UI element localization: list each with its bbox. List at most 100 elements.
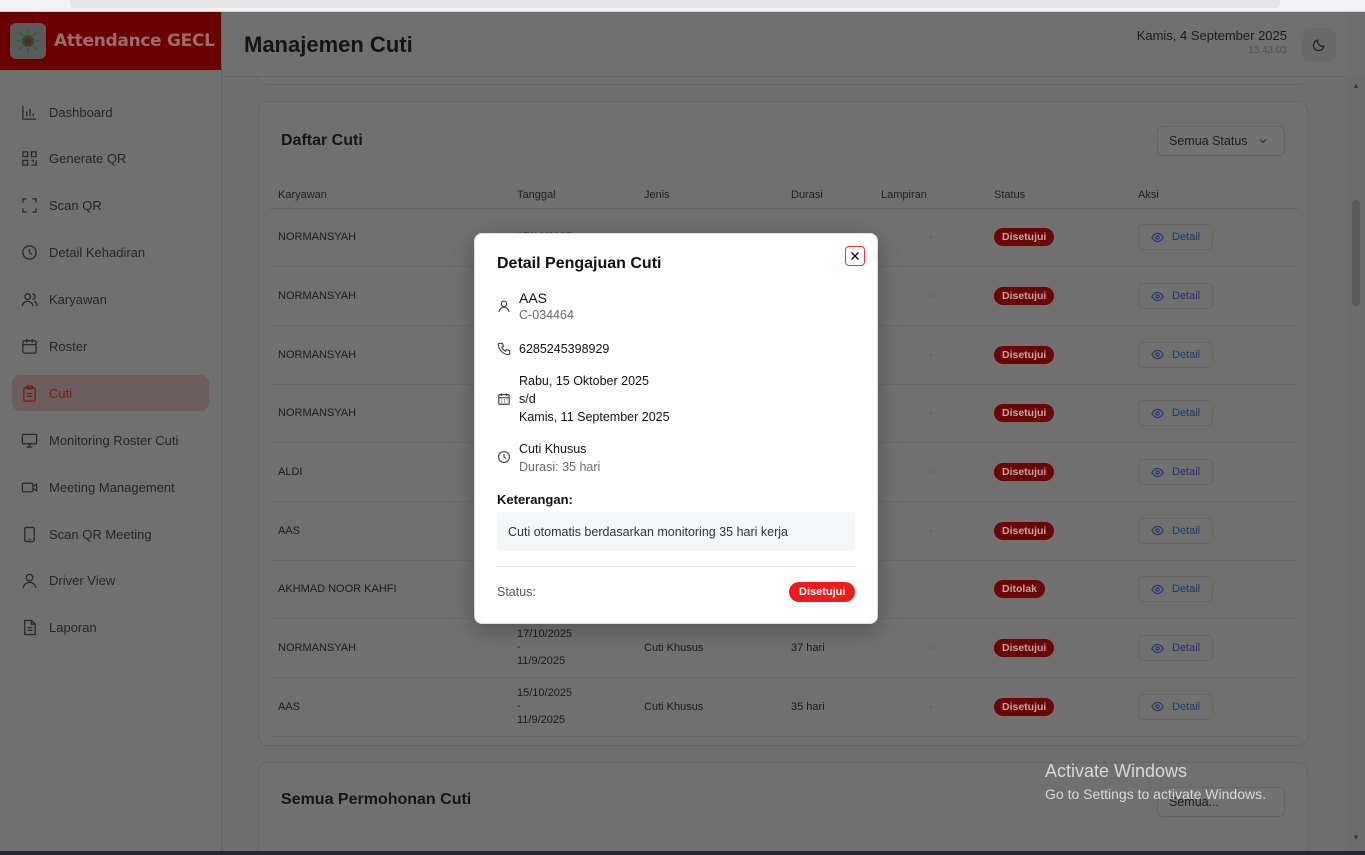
sidebar-item-cuti[interactable]: Cuti [12, 375, 209, 412]
eye-icon [1151, 232, 1164, 242]
action-cell: Detail [1130, 501, 1298, 561]
notes-box: Cuti otomatis berdasarkan monitoring 35 … [497, 512, 855, 551]
status-badge: Disetujui [994, 697, 1055, 716]
user-icon [498, 300, 510, 312]
action-cell: Detail [1130, 560, 1298, 620]
detail-button[interactable]: Detail [1138, 400, 1214, 427]
action-cell: Detail [1130, 208, 1298, 268]
type-cell: Cuti Khusus [636, 677, 783, 737]
status-filter-select[interactable]: Semua Status [1157, 126, 1285, 156]
action-cell: Detail [1130, 677, 1298, 737]
notes-label: Keterangan: [497, 492, 573, 507]
detail-button-label: Detail [1172, 348, 1201, 361]
clock-icon [498, 451, 510, 463]
detail-button-label: Detail [1172, 700, 1201, 713]
sidebar-item-scan-qr[interactable]: Scan QR [12, 188, 209, 224]
eye-icon [1151, 408, 1164, 419]
page-scrollbar[interactable]: ▲ ▼ [1348, 77, 1365, 855]
table-row: NORMANSYAH 17/10/2025-11/9/2025 Cuti Khusu… [270, 618, 1298, 678]
date-cell: 17/10/2025-11/9/2025 [509, 618, 636, 678]
address-bar[interactable] [70, 0, 1280, 8]
brand[interactable]: Attendance GECL [0, 12, 221, 70]
eye-icon [1151, 702, 1164, 712]
sidebar-item-label: Monitoring Roster Cuti [49, 432, 179, 448]
qr-code-icon [22, 151, 37, 167]
employee-name: AAS [519, 290, 548, 306]
status-cell: Disetujui [986, 618, 1130, 678]
attachment-cell: - [873, 266, 986, 326]
status-cell: Disetujui [986, 677, 1130, 737]
eye-icon [1151, 467, 1164, 477]
detail-button[interactable]: Detail [1138, 517, 1214, 544]
detail-button[interactable]: Detail [1138, 459, 1214, 486]
sidebar-item-dashboard[interactable]: Dashboard [12, 94, 209, 130]
date-time-display: Kamis, 4 September 2025 13.43.03 [1137, 28, 1287, 56]
sidebar-item-monitoring-roster-cuti[interactable]: Monitoring Roster Cuti [12, 422, 209, 458]
phone-info: 6285245398929 [497, 340, 609, 358]
status-cell: Ditolak [986, 560, 1130, 620]
sidebar-item-label: Roster [49, 338, 88, 354]
column-header: Jenis [636, 182, 783, 209]
detail-button[interactable]: Detail [1138, 576, 1214, 603]
divider [497, 566, 855, 567]
employee-cell: NORMANSYAH [270, 618, 509, 678]
attachment-cell: - [873, 208, 986, 268]
clipboard-icon [23, 385, 36, 402]
sidebar-item-detail-kehadiran[interactable]: Detail Kehadiran [12, 235, 209, 271]
sidebar-item-roster[interactable]: Roster [12, 328, 209, 364]
current-time: 13.43.03 [1248, 45, 1287, 56]
sidebar: Attendance GECL Dashboard Generate QR Sc… [0, 12, 222, 855]
detail-button[interactable]: Detail [1138, 283, 1214, 310]
table-header-row: Karyawan Tanggal Jenis Durasi Lampiran S… [270, 182, 1298, 209]
sidebar-item-generate-qr[interactable]: Generate QR [12, 141, 209, 177]
status-badge: Disetujui [994, 228, 1055, 247]
eye-icon [1151, 643, 1164, 653]
clock-icon [22, 245, 37, 260]
users-icon [21, 293, 38, 307]
sidebar-nav: Dashboard Generate QR Scan QR Detail Keh… [0, 70, 221, 646]
scroll-down-icon[interactable]: ▼ [1352, 833, 1360, 842]
status-cell: Disetujui [986, 266, 1130, 326]
end-date: Kamis, 11 September 2025 [519, 410, 670, 424]
date-range-info: Rabu, 15 Oktober 2025 s/d Kamis, 11 Sept… [497, 372, 670, 426]
taskbar [0, 851, 1365, 855]
file-text-icon [24, 620, 36, 636]
browser-toolbar [0, 0, 1365, 12]
theme-toggle-button[interactable] [1302, 28, 1336, 62]
sidebar-item-laporan[interactable]: Laporan [12, 610, 209, 646]
sidebar-item-label: Meeting Management [49, 479, 175, 495]
calendar-icon [22, 338, 37, 354]
sidebar-item-driver-view[interactable]: Driver View [12, 563, 209, 599]
chevron-down-icon [1259, 139, 1266, 144]
status-badge: Disetujui [994, 345, 1055, 364]
status-cell: Disetujui [986, 208, 1130, 268]
status-badge: Ditolak [994, 580, 1046, 599]
date-separator: s/d [519, 392, 536, 406]
sidebar-item-meeting-management[interactable]: Meeting Management [12, 469, 209, 505]
scroll-thumb[interactable] [1352, 200, 1360, 306]
attachment-cell: - [873, 325, 986, 385]
column-header: Lampiran [873, 182, 986, 209]
modal-title: Detail Pengajuan Cuti [497, 255, 662, 272]
phone-icon [497, 342, 511, 356]
leave-duration: Durasi: 35 hari [519, 460, 601, 474]
duration-cell: 37 hari [783, 618, 873, 678]
sidebar-item-label: Scan QR [49, 198, 102, 214]
detail-button[interactable]: Detail [1138, 693, 1214, 720]
sidebar-item-label: Laporan [49, 620, 97, 636]
detail-button[interactable]: Detail [1138, 341, 1214, 368]
scroll-up-icon[interactable]: ▲ [1352, 81, 1360, 90]
detail-button[interactable]: Detail [1138, 635, 1214, 662]
employee-cell: AAS [270, 677, 509, 737]
sidebar-item-karyawan[interactable]: Karyawan [12, 282, 209, 318]
detail-button[interactable]: Detail [1138, 224, 1214, 251]
sidebar-item-label: Karyawan [49, 292, 107, 308]
action-cell: Detail [1130, 266, 1298, 326]
user-icon [22, 574, 37, 589]
column-header: Durasi [783, 182, 873, 209]
all-requests-title: Semua Permohonan Cuti [281, 791, 472, 808]
employee-id: C-034464 [519, 308, 574, 322]
sidebar-item-scan-qr-meeting[interactable]: Scan QR Meeting [12, 516, 209, 552]
logo-icon [10, 23, 46, 59]
close-button[interactable] [845, 246, 865, 266]
